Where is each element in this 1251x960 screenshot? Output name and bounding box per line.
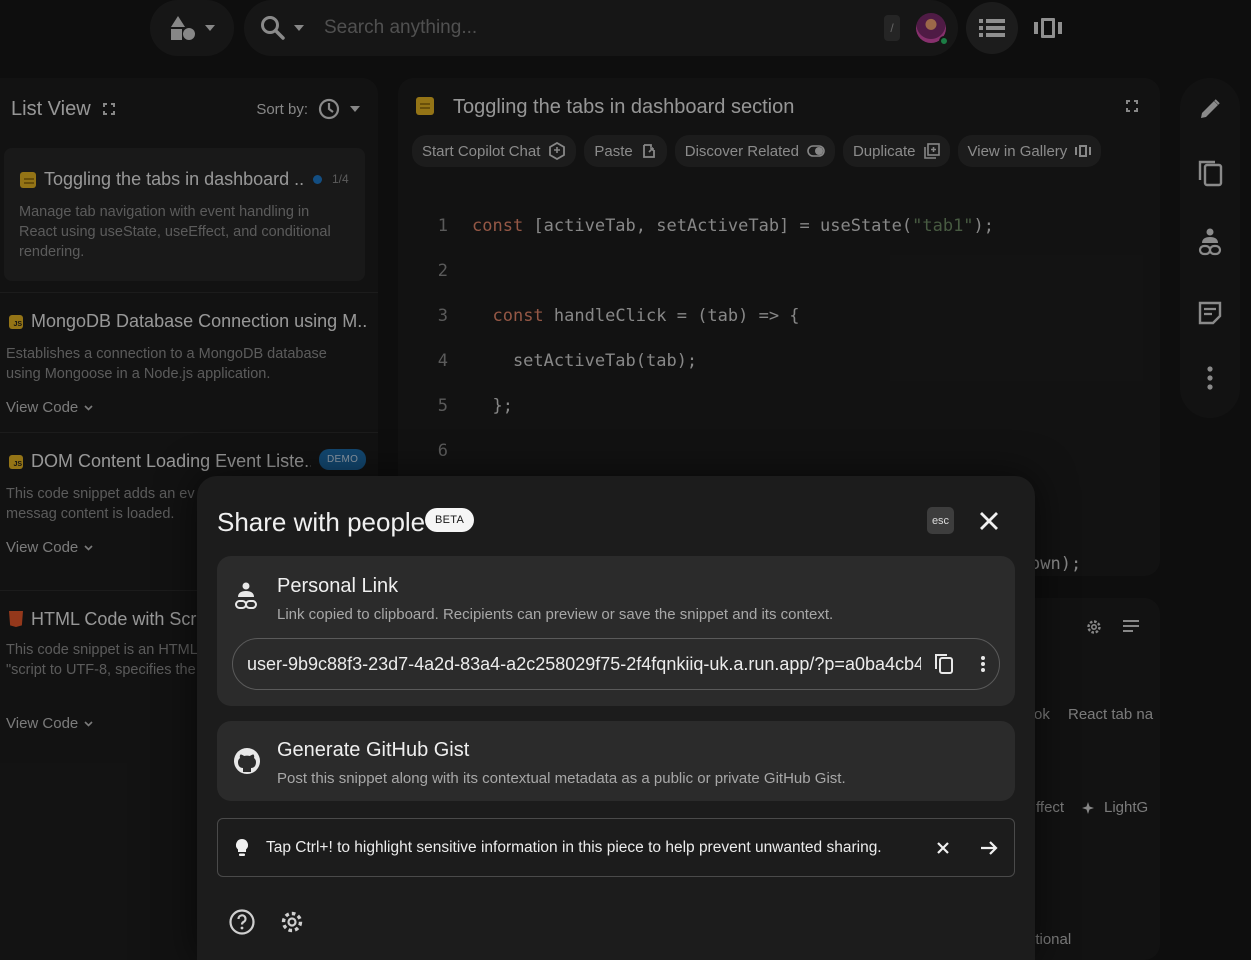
lightbulb-icon — [234, 838, 250, 858]
personal-link-title: Personal Link — [277, 575, 399, 597]
github-gist-description: Post this snippet along with its context… — [277, 770, 846, 787]
help-icon[interactable] — [229, 909, 255, 935]
esc-key-hint: esc — [927, 507, 954, 534]
github-icon — [233, 747, 261, 775]
share-link-field[interactable]: user-9b9c88f3-23d7-4a2d-83a4-a2c258029f7… — [232, 638, 1000, 690]
github-gist-option[interactable]: Generate GitHub Gist Post this snippet a… — [217, 721, 1015, 801]
sensitive-info-tip: Tap Ctrl+! to highlight sensitive inform… — [217, 818, 1015, 877]
beta-badge: BETA — [425, 508, 475, 532]
dialog-title: Share with people — [217, 507, 426, 537]
personal-link-option[interactable]: Personal Link Link copied to clipboard. … — [217, 556, 1015, 706]
github-gist-title: Generate GitHub Gist — [277, 739, 470, 761]
personal-link-description: Link copied to clipboard. Recipients can… — [277, 606, 834, 623]
copy-icon[interactable] — [935, 654, 953, 674]
gear-icon[interactable] — [279, 909, 305, 935]
more-vertical-icon[interactable] — [981, 656, 985, 672]
arrow-right-icon[interactable] — [980, 840, 998, 856]
close-icon[interactable] — [936, 841, 950, 855]
close-button[interactable] — [977, 509, 1001, 533]
share-link-url[interactable]: user-9b9c88f3-23d7-4a2d-83a4-a2c258029f7… — [247, 654, 921, 675]
close-icon — [980, 512, 998, 530]
share-dialog: Share with people BETA esc Personal Link… — [197, 476, 1035, 960]
person-link-icon — [235, 582, 257, 612]
tip-text: Tap Ctrl+! to highlight sensitive inform… — [266, 838, 882, 856]
